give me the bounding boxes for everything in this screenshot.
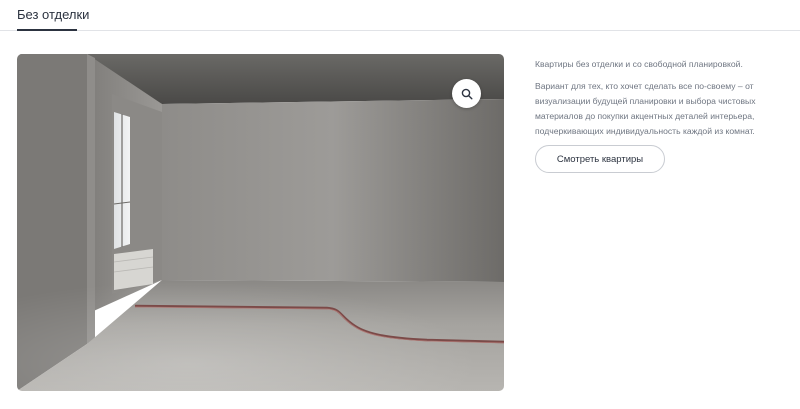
magnifier-icon (461, 88, 473, 100)
tab-unfinished[interactable]: Без отделки (17, 7, 89, 22)
tab-bar: Без отделки (0, 0, 800, 31)
description-text: Вариант для тех, кто хочет сделать все п… (535, 81, 756, 136)
unfinished-apartment-photo[interactable] (17, 54, 504, 391)
zoom-button[interactable] (452, 79, 481, 108)
view-apartments-button[interactable]: Смотреть квартиры (535, 145, 665, 173)
lead-text: Квартиры без отделки и со свободной план… (535, 59, 743, 69)
active-tab-indicator (17, 29, 77, 31)
description-block: Квартиры без отделки и со свободной план… (535, 58, 795, 139)
